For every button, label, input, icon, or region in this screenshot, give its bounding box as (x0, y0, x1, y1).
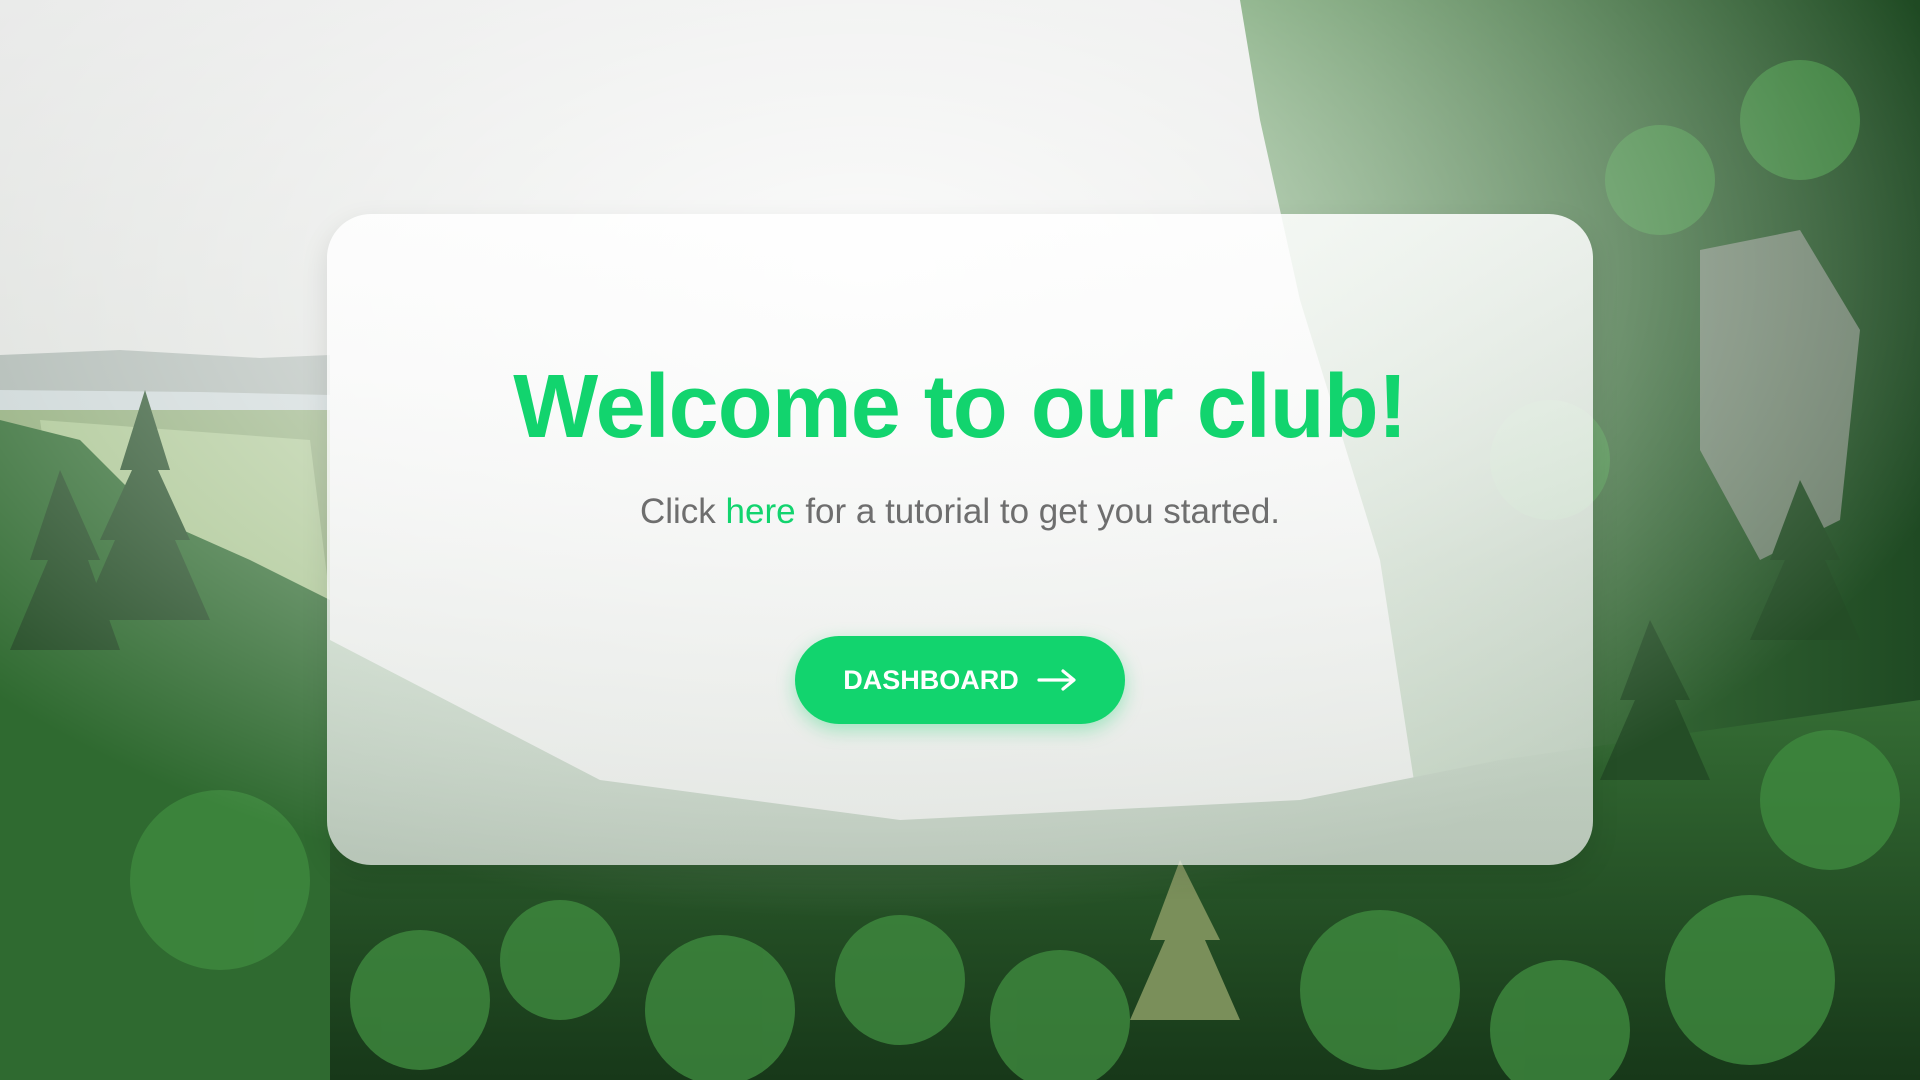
tutorial-link[interactable]: here (726, 492, 796, 531)
landing-screen: Welcome to our club! Click here for a tu… (0, 0, 1920, 1080)
dashboard-button-label: DASHBOARD (843, 664, 1019, 695)
subtitle-suffix: for a tutorial to get you started. (795, 492, 1281, 531)
dashboard-button[interactable]: DASHBOARD (795, 636, 1125, 724)
subtitle-prefix: Click (639, 492, 726, 531)
page-title: Welcome to our club! (513, 357, 1407, 457)
subtitle: Click here for a tutorial to get you sta… (0, 492, 1920, 532)
arrow-right-icon (1037, 669, 1076, 691)
welcome-card (327, 214, 1593, 865)
